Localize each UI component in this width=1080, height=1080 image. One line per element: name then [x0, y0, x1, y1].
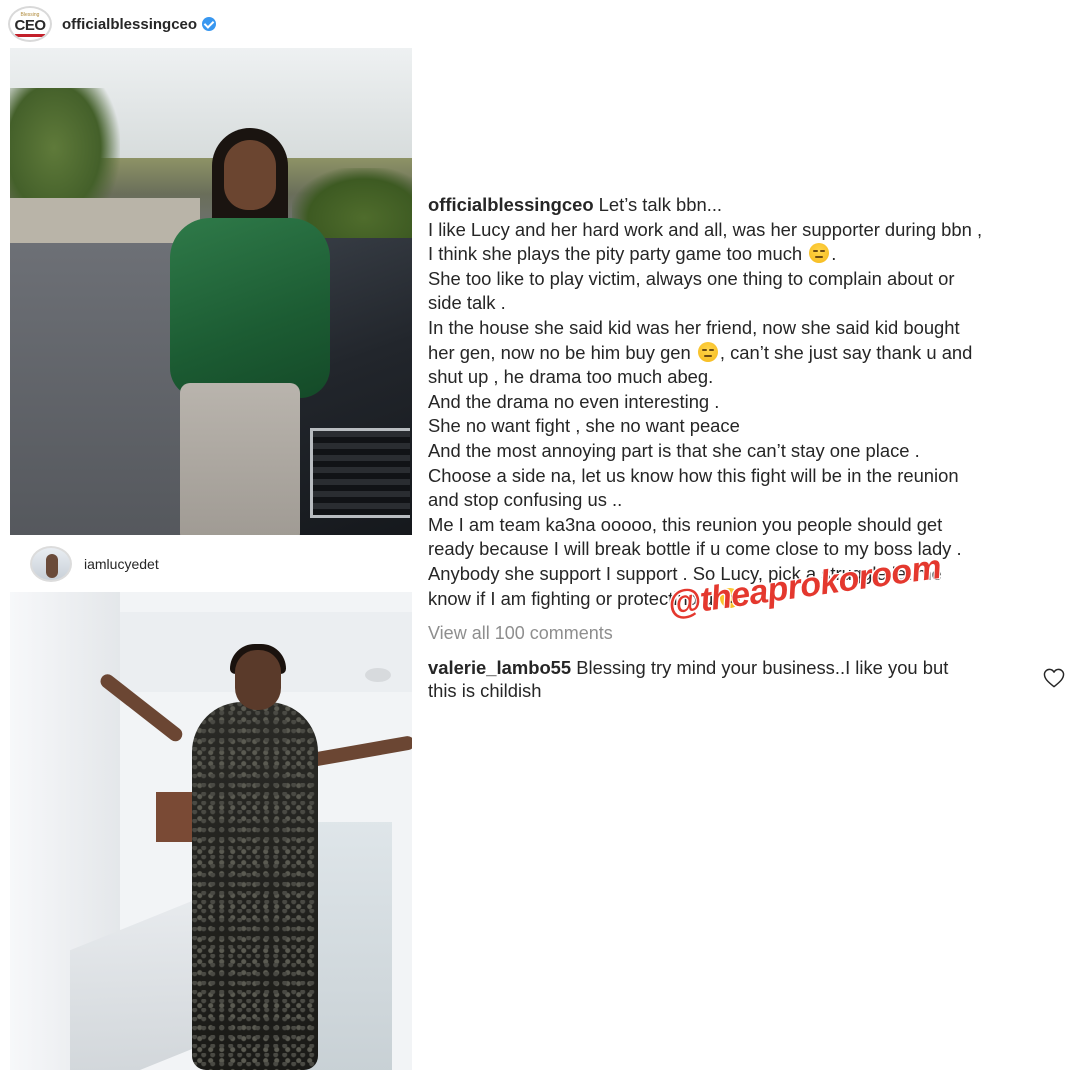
caption-line: I like Lucy and her hard work and all, w… — [428, 218, 983, 240]
caption-line: She no want fight , she no want peace — [428, 415, 740, 437]
avatar-logo-bar — [15, 33, 45, 37]
photo-arm — [304, 735, 412, 768]
photo-person — [150, 128, 350, 535]
caption-text: I think she plays the pity party game to… — [428, 243, 808, 265]
post1-header: Blessing CEO officialblessingceo — [8, 4, 412, 44]
post-username[interactable]: iamlucyedet — [84, 556, 159, 572]
comment-text: Blessing try mind your business..I like … — [571, 657, 949, 678]
photo-green-shirt — [170, 218, 330, 398]
caption-text: her gen, now no be him buy gen — [428, 341, 696, 363]
comment: valerie_lambo55 Blessing try mind your b… — [428, 656, 1028, 702]
caption-line: and stop confusing us .. — [428, 489, 623, 511]
smirk-emoji-icon — [809, 243, 830, 264]
caption-text: Let’s talk bbn... — [593, 194, 723, 215]
photo-ceiling-lamp — [365, 668, 391, 682]
pensive-emoji-icon — [697, 341, 718, 362]
comment-username[interactable]: valerie_lambo55 — [428, 657, 571, 678]
photo-face — [235, 650, 281, 710]
post-photo[interactable] — [10, 592, 412, 1070]
verified-badge-icon — [202, 17, 217, 31]
caption-line: I think she plays the pity party game to… — [428, 243, 837, 265]
caption-line: She too like to play victim, always one … — [428, 267, 955, 289]
photo-face — [224, 140, 276, 210]
photo-sequin-gown — [192, 702, 318, 1070]
caption-line: In the house she said kid was her friend… — [428, 316, 960, 338]
caption-line: Choose a side na, let us know how this f… — [428, 464, 959, 486]
caption-line: side talk . — [428, 292, 506, 314]
post-photo[interactable] — [10, 48, 412, 535]
photo-pants — [180, 383, 300, 535]
avatar-logo-text: CEO — [14, 16, 46, 34]
post-username[interactable]: officialblessingceo — [62, 16, 197, 33]
caption-line: her gen, now no be him buy gen , can’t s… — [428, 341, 1068, 366]
caption-line: Me I am team ka3na ooooo, this reunion y… — [428, 513, 943, 535]
caption-line: shut up , he drama too much abeg. — [428, 366, 714, 388]
avatar[interactable] — [30, 546, 72, 582]
caption-text: , can’t she just say thank u and — [719, 341, 973, 363]
avatar[interactable]: Blessing CEO — [8, 6, 52, 42]
caption-line: officialblessingceo Let’s talk bbn... — [428, 193, 1068, 218]
post-caption: officialblessingceo Let’s talk bbn... I … — [428, 193, 1068, 611]
view-all-comments-link[interactable]: View all 100 comments — [428, 623, 613, 644]
caption-line: And the most annoying part is that she c… — [428, 439, 920, 461]
post2-header: iamlucyedet — [30, 542, 412, 586]
comment-line: this is childish — [428, 680, 542, 701]
caption-line: And the drama no even interesting . — [428, 390, 720, 412]
caption-line: ready because I will break bottle if u c… — [428, 538, 962, 560]
comment-line: valerie_lambo55 Blessing try mind your b… — [428, 656, 1028, 679]
caption-username[interactable]: officialblessingceo — [428, 194, 594, 215]
heart-icon[interactable] — [1043, 668, 1065, 688]
